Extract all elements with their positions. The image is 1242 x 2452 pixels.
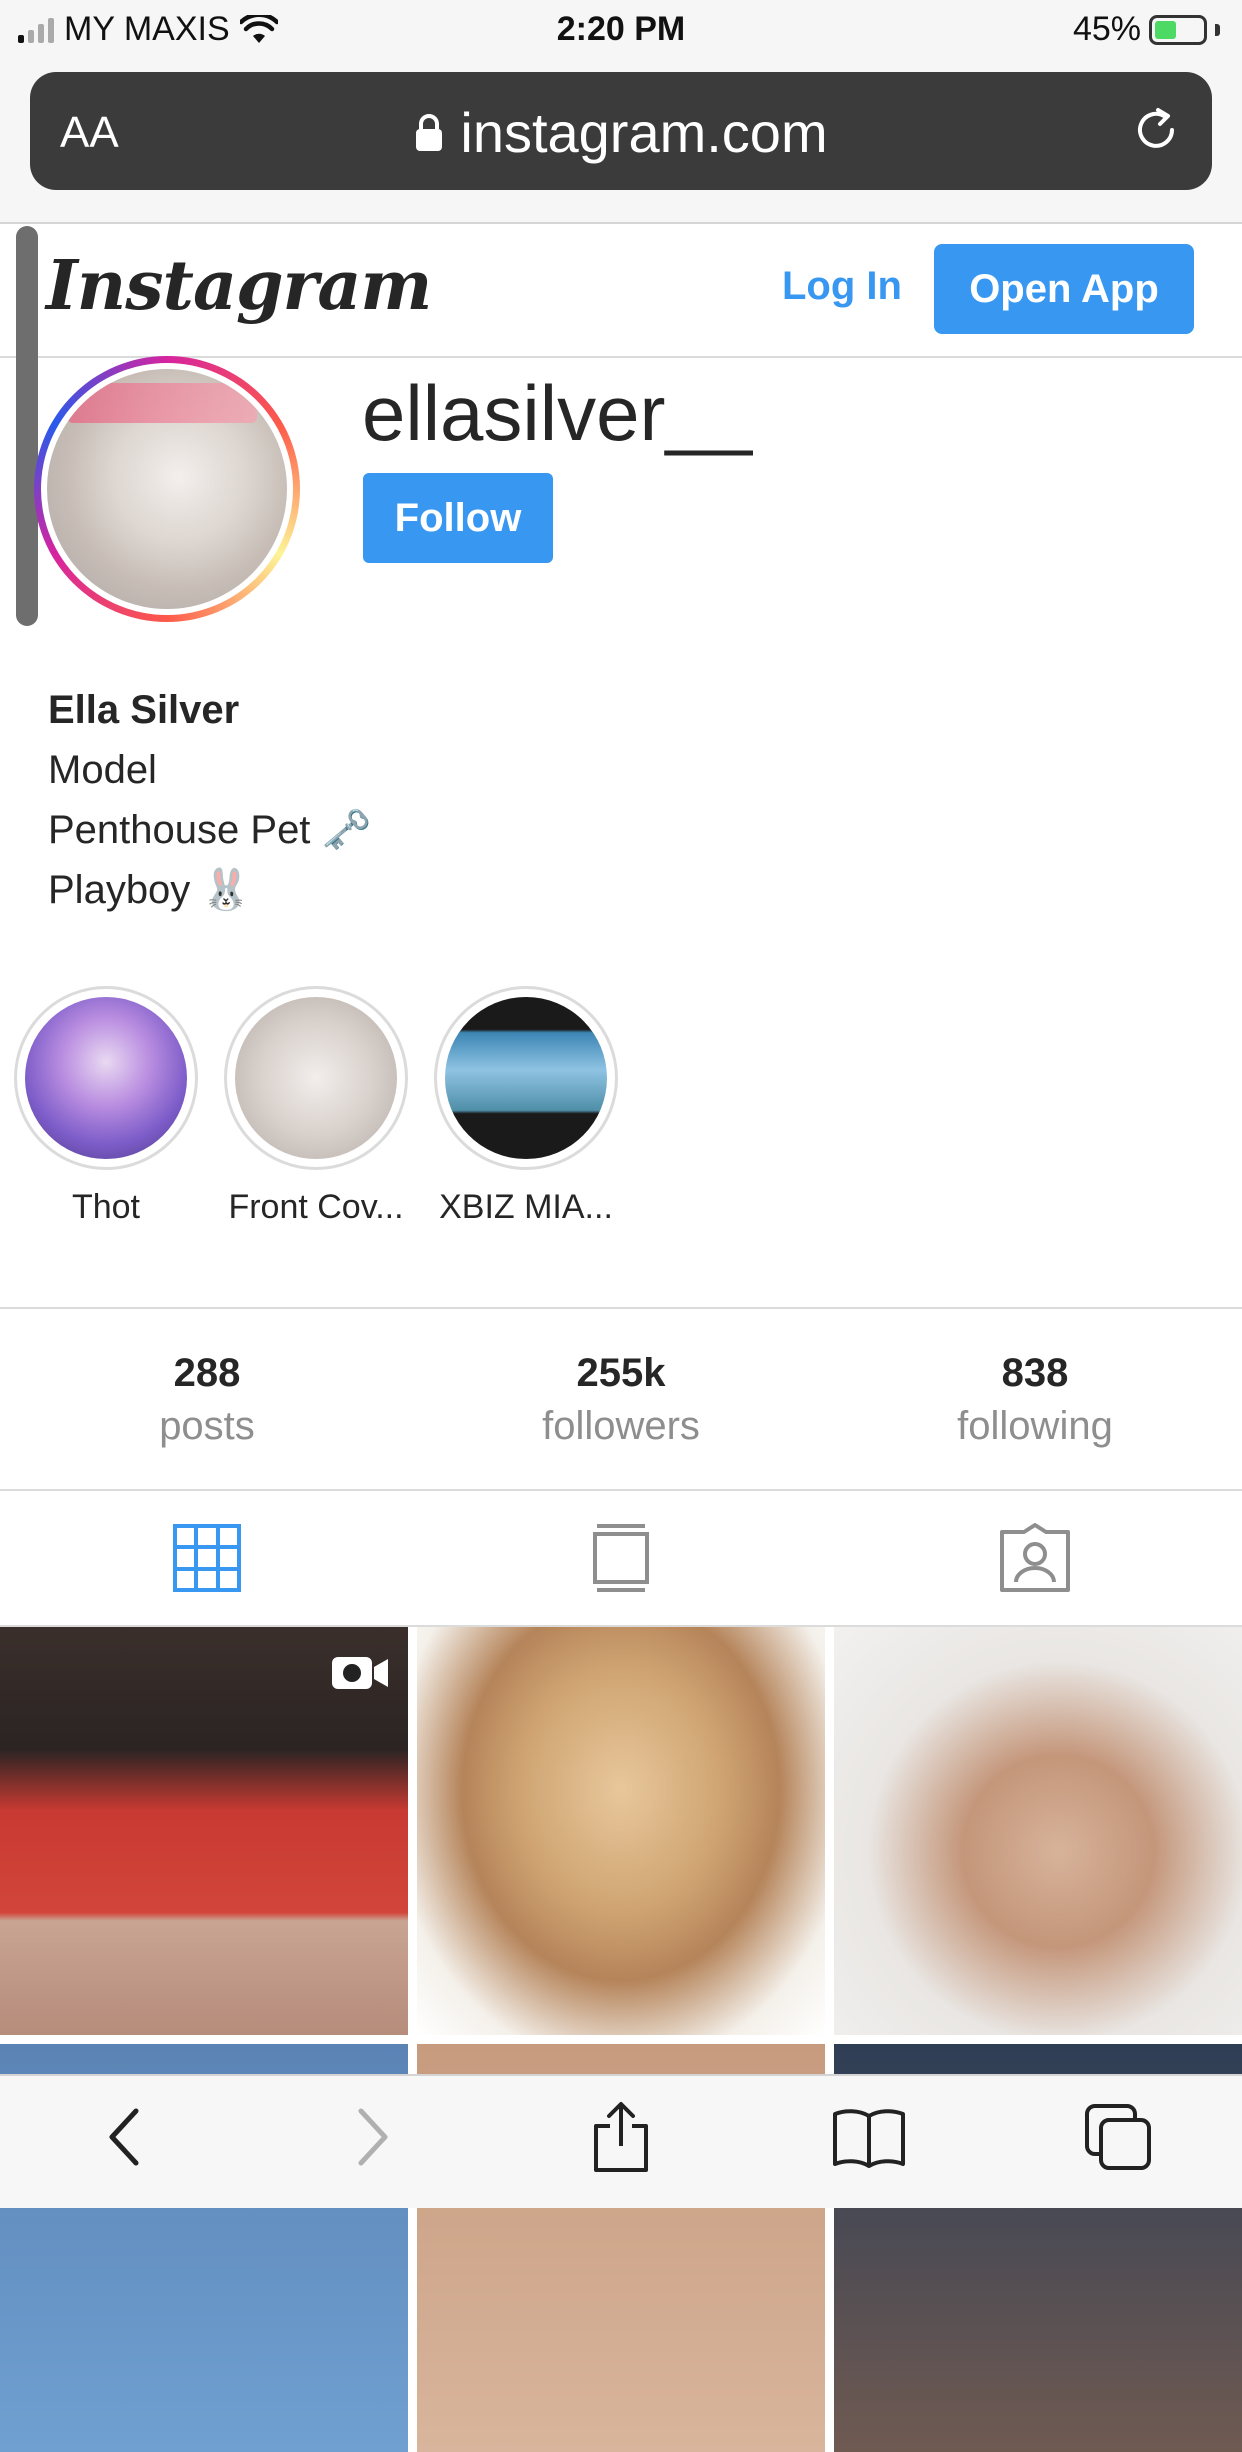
chevron-right-icon [358,2108,388,2166]
post-thumbnail[interactable] [0,1627,408,2035]
highlight-label: XBIZ MIA... [439,1188,613,1226]
stat-label: followers [542,1404,700,1448]
highlight-cover [445,997,607,1159]
grid-icon [173,1524,241,1592]
post-thumbnail[interactable] [417,1627,825,2035]
highlight-cover [25,997,187,1159]
highlight-label: Front Cov... [228,1188,404,1226]
stat-followers[interactable]: 255k followers [414,1309,828,1489]
login-link[interactable]: Log In [782,264,902,309]
status-bar: MY MAXIS 2:20 PM 45% [0,0,1242,62]
bio-line: Penthouse Pet 🗝️ [48,808,372,852]
address-bar[interactable]: AA instagram.com [30,72,1212,190]
feed-icon [593,1524,649,1592]
highlight-item[interactable]: Thot [14,986,198,1227]
post-thumbnail[interactable] [834,1627,1242,2035]
tagged-icon [1000,1523,1070,1592]
browser-chrome: AA instagram.com [0,62,1242,224]
chevron-left-icon [109,2108,139,2166]
story-highlights: Thot Front Cov... XBIZ MIA... [14,986,618,1227]
stat-value: 838 [1001,1351,1069,1395]
url-text: instagram.com [460,101,828,164]
post-grid [0,1627,1242,2452]
profile-username: ellasilver__ [362,369,753,457]
battery-icon [1149,14,1207,45]
profile-full-name: Ella Silver [48,688,240,732]
stat-label: following [957,1404,1113,1448]
highlight-label: Thot [71,1188,141,1226]
tabs-button[interactable] [1073,2092,1163,2182]
profile-bio: Ella Silver Model Penthouse Pet 🗝️ Playb… [48,680,371,920]
url-display[interactable]: instagram.com [30,100,1212,165]
highlight-item[interactable]: Front Cov... [224,986,408,1227]
tabs-icon [1084,2104,1151,2170]
share-icon [593,2102,648,2172]
profile-tabs [0,1491,1242,1627]
stat-posts[interactable]: 288 posts [0,1309,414,1489]
back-button[interactable] [79,2092,169,2182]
lock-icon [416,113,443,151]
stat-label: posts [159,1404,255,1448]
profile-avatar[interactable] [34,356,300,622]
highlight-item[interactable]: XBIZ MIA... [434,986,618,1227]
battery-percent: 45% [1072,10,1141,48]
reload-icon[interactable] [1128,102,1184,158]
stat-value: 288 [173,1351,241,1395]
battery-indicator: 45% [1073,10,1220,49]
clock: 2:20 PM [556,10,686,48]
open-app-button[interactable]: Open App [934,244,1194,334]
browser-toolbar [0,2074,1242,2208]
highlight-cover [235,997,397,1159]
forward-button[interactable] [328,2092,418,2182]
scroll-indicator [16,226,38,626]
instagram-logo[interactable]: Instagram [46,246,432,326]
avatar-photo [47,369,287,609]
tab-feed[interactable] [414,1491,828,1625]
bookmarks-button[interactable] [824,2092,914,2182]
follow-button[interactable]: Follow [363,473,553,563]
share-button[interactable] [576,2092,666,2182]
instagram-header: Instagram Log In Open App [0,226,1242,358]
profile-stats: 288 posts 255k followers 838 following [0,1307,1242,1491]
tab-grid[interactable] [0,1491,414,1625]
video-icon [332,1657,388,1689]
bio-line: Playboy 🐰 [48,868,252,912]
stat-following[interactable]: 838 following [828,1309,1242,1489]
bio-line: Model [48,748,157,792]
stat-value: 255k [576,1351,666,1395]
book-icon [833,2109,906,2168]
tab-tagged[interactable] [828,1491,1242,1625]
